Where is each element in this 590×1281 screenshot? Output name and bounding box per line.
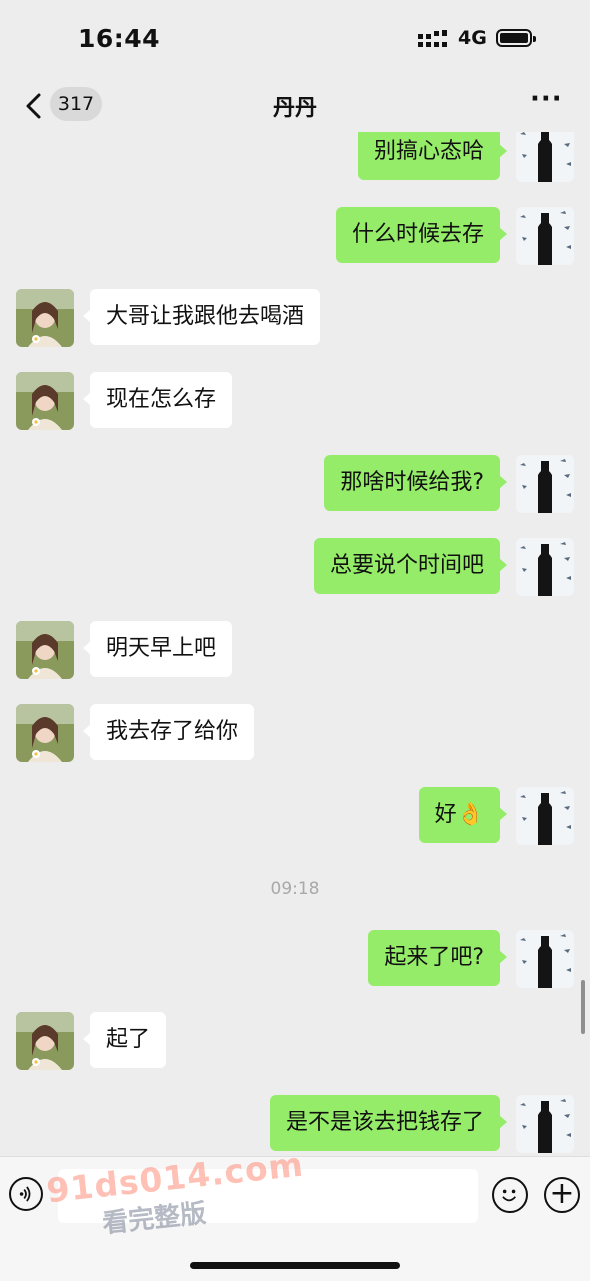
plus-icon[interactable]: +: [544, 1177, 580, 1213]
message-bubble[interactable]: 总要说个时间吧: [313, 538, 508, 594]
status-bar: 16:44 4G: [0, 0, 590, 80]
message-bubble[interactable]: 起来了吧?: [368, 930, 507, 986]
signal-icon: [418, 30, 447, 47]
status-time: 16:44: [78, 24, 161, 53]
message-bubble[interactable]: 大哥让我跟他去喝酒: [82, 289, 321, 345]
voice-icon[interactable]: [9, 1177, 43, 1211]
contact-avatar[interactable]: [16, 1012, 74, 1070]
message-bubble[interactable]: 那啥时候给我?: [324, 455, 507, 511]
message-bubble[interactable]: 别搞心态哈: [357, 132, 508, 180]
chat-header: 317 丹丹 ···: [0, 80, 590, 132]
message-bubble[interactable]: 是不是该去把钱存了: [269, 1095, 508, 1151]
my-avatar[interactable]: [516, 207, 574, 265]
contact-avatar[interactable]: [16, 289, 74, 347]
message-bubble[interactable]: 起了: [82, 1012, 167, 1068]
network-type: 4G: [458, 27, 487, 49]
message-list[interactable]: 别搞心态哈 什么时候去存 大哥让我跟他去喝酒 现在怎么存 那啥时候给我? 总要说…: [0, 132, 590, 1156]
message-bubble[interactable]: 现在怎么存: [82, 372, 233, 428]
my-avatar[interactable]: [516, 455, 574, 513]
contact-avatar[interactable]: [16, 621, 74, 679]
my-avatar[interactable]: [516, 132, 574, 182]
my-avatar[interactable]: [516, 538, 574, 596]
contact-avatar[interactable]: [16, 704, 74, 762]
chat-title: 丹丹: [272, 96, 317, 121]
home-indicator[interactable]: [190, 1262, 400, 1269]
my-avatar[interactable]: [516, 1095, 574, 1153]
my-avatar[interactable]: [516, 930, 574, 988]
contact-avatar[interactable]: [16, 372, 74, 430]
timestamp: 09:18: [270, 879, 320, 899]
my-avatar[interactable]: [516, 787, 574, 845]
emoji-icon[interactable]: [492, 1177, 528, 1213]
battery-icon: [496, 29, 536, 47]
message-bubble[interactable]: 明天早上吧: [82, 621, 233, 677]
message-bubble[interactable]: 我去存了给你: [82, 704, 255, 760]
message-bubble[interactable]: 好👌: [418, 787, 508, 843]
scrollbar[interactable]: [581, 980, 585, 1034]
more-icon[interactable]: ···: [530, 86, 562, 116]
message-bubble[interactable]: 什么时候去存: [335, 207, 508, 263]
